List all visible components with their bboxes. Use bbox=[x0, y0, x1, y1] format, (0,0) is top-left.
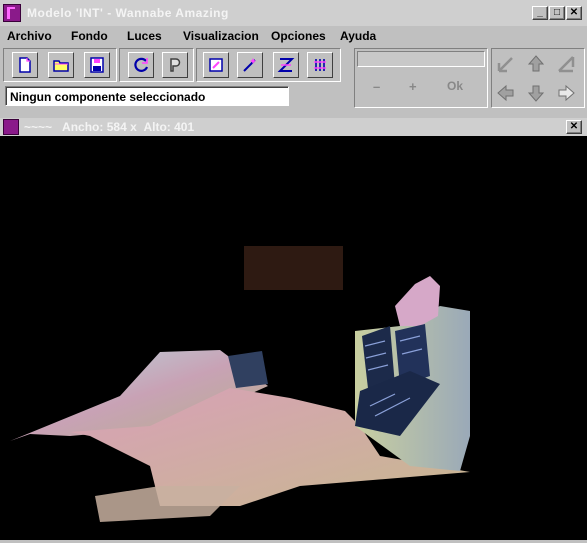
title-bar: Modelo 'INT' - Wannabe Amazing _ □ ✕ bbox=[0, 0, 587, 26]
menu-ayuda[interactable]: Ayuda bbox=[340, 29, 376, 43]
viewport-title: ~~~~ Ancho: 584 x Alto: 401 bbox=[24, 120, 194, 134]
model-render bbox=[10, 246, 470, 522]
viewport-x: x bbox=[130, 120, 137, 134]
rotate-diagonal-right-icon bbox=[558, 56, 575, 73]
viewport-app-icon bbox=[3, 119, 19, 135]
move-icon bbox=[277, 58, 295, 72]
value-input[interactable] bbox=[357, 51, 485, 67]
open-folder-icon bbox=[53, 60, 69, 72]
toolbar-file-group bbox=[3, 48, 117, 82]
menu-archivo[interactable]: Archivo bbox=[7, 29, 52, 43]
window-title: Modelo 'INT' - Wannabe Amazing bbox=[27, 6, 229, 20]
arrow-down-icon bbox=[527, 85, 545, 102]
minus-button[interactable]: – bbox=[373, 79, 380, 94]
plus-button[interactable]: + bbox=[409, 79, 417, 94]
p-icon bbox=[170, 58, 181, 72]
ok-button[interactable]: Ok bbox=[447, 79, 463, 93]
wand-icon bbox=[243, 58, 256, 72]
navigation-panel bbox=[491, 48, 585, 108]
viewport-width: 584 bbox=[106, 120, 127, 134]
new-file-icon bbox=[19, 57, 31, 73]
value-panel: – + Ok bbox=[354, 48, 488, 108]
viewport-title-bar: ~~~~ Ancho: 584 x Alto: 401 ✕ bbox=[0, 118, 587, 136]
refresh-button[interactable] bbox=[128, 52, 154, 78]
rotate-diagonal-icon bbox=[497, 57, 513, 73]
viewport-width-label: Ancho: bbox=[62, 120, 104, 134]
rotate-right-button[interactable] bbox=[554, 52, 578, 76]
arrow-right-icon bbox=[558, 84, 575, 102]
arrow-up-icon bbox=[527, 55, 545, 72]
move-left-button[interactable] bbox=[494, 81, 518, 105]
minimize-button[interactable]: _ bbox=[532, 6, 548, 20]
toolbar-edit-group bbox=[196, 48, 341, 82]
app-icon bbox=[3, 4, 21, 22]
brown-block bbox=[244, 246, 343, 290]
render-viewport[interactable] bbox=[0, 136, 587, 540]
menu-opciones[interactable]: Opciones bbox=[271, 29, 326, 43]
selection-status: Ningun componente seleccionado bbox=[5, 86, 289, 106]
move-right-button[interactable] bbox=[554, 81, 578, 105]
viewport-height: 401 bbox=[174, 120, 195, 134]
move-down-button[interactable] bbox=[524, 81, 548, 105]
model-lower-sliver bbox=[95, 486, 240, 522]
maximize-button[interactable]: □ bbox=[549, 6, 565, 20]
arrow-left-icon bbox=[497, 84, 514, 102]
viewport-name: ~~~~ bbox=[24, 120, 53, 134]
toolbar-view-group bbox=[119, 48, 194, 82]
rotate-left-button[interactable] bbox=[494, 52, 518, 76]
paint-icon bbox=[209, 58, 223, 72]
p-button[interactable] bbox=[162, 52, 188, 78]
grid-button[interactable] bbox=[307, 52, 333, 78]
viewport-close-button[interactable]: ✕ bbox=[566, 120, 582, 134]
menu-luces[interactable]: Luces bbox=[127, 29, 162, 43]
close-button[interactable]: ✕ bbox=[566, 6, 582, 20]
wand-button[interactable] bbox=[237, 52, 263, 78]
save-icon bbox=[90, 57, 104, 73]
open-file-button[interactable] bbox=[48, 52, 74, 78]
grid-icon bbox=[314, 59, 326, 71]
rotate-up-button[interactable] bbox=[524, 52, 548, 76]
menu-visualizacion[interactable]: Visualizacion bbox=[183, 29, 259, 43]
paint-button[interactable] bbox=[203, 52, 229, 78]
menu-bar: Archivo Fondo Luces Visualizacion Opcion… bbox=[0, 26, 587, 46]
move-button[interactable] bbox=[273, 52, 299, 78]
save-file-button[interactable] bbox=[84, 52, 110, 78]
model-top bbox=[395, 276, 440, 326]
new-file-button[interactable] bbox=[12, 52, 38, 78]
viewport-height-label: Alto: bbox=[143, 120, 171, 134]
refresh-icon bbox=[134, 57, 149, 72]
menu-fondo[interactable]: Fondo bbox=[71, 29, 108, 43]
